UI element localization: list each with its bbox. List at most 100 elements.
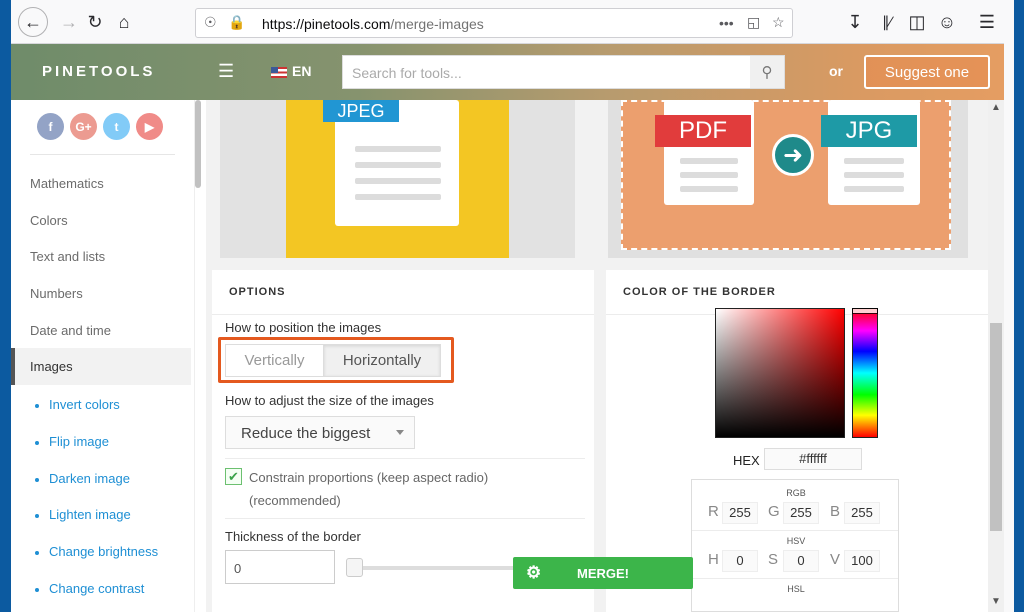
hex-input[interactable]: #ffffff (764, 448, 862, 470)
sidebar-item-text-and-lists[interactable]: Text and lists (30, 249, 105, 264)
reload-icon[interactable]: ↻ (81, 8, 109, 36)
account-icon[interactable]: ☺ (933, 8, 961, 36)
saturation-value-picker[interactable] (715, 308, 845, 438)
download-icon[interactable]: ↧ (841, 8, 869, 36)
b-label: B (830, 503, 841, 520)
bullet-icon (35, 478, 39, 482)
g-label: G (768, 503, 780, 520)
main-content: JPEG PDF ➜ JPG OPTIONS How to position t… (206, 100, 988, 612)
divider (30, 154, 175, 155)
shield-icon[interactable]: ☉ (204, 14, 217, 31)
site-header: PINETOOLS ☰ EN Search for tools... ⚲ or … (11, 44, 1004, 100)
lock-icon[interactable]: 🔒 (228, 14, 245, 31)
url-text[interactable]: https://pinetools.com/merge-images (262, 16, 484, 32)
constrain-label: Constrain proportions (keep aspect radio… (249, 470, 489, 508)
g-input[interactable]: 255 (783, 502, 819, 524)
divider (692, 530, 898, 531)
suggest-button[interactable]: Suggest one (864, 55, 990, 89)
bookmark-star-icon[interactable]: ☆ (772, 14, 785, 31)
sidebar-link-flip-image[interactable]: Flip image (49, 434, 109, 449)
thickness-input[interactable]: 0 (225, 550, 335, 584)
constrain-checkbox[interactable]: ✔ (225, 468, 242, 485)
s-input[interactable]: 0 (783, 550, 819, 572)
divider (225, 518, 585, 519)
sidebar-link-darken-image[interactable]: Darken image (49, 471, 130, 486)
bullet-icon (35, 441, 39, 445)
sidebar-link-change-brightness[interactable]: Change brightness (49, 544, 158, 559)
us-flag-icon (271, 66, 287, 78)
hex-label: HEX (733, 453, 760, 468)
facebook-icon[interactable]: f (37, 113, 64, 140)
merge-button[interactable]: ⚙ MERGE! (513, 557, 693, 589)
position-highlight-box (218, 337, 454, 383)
search-input[interactable]: Search for tools... ⚲ (342, 55, 785, 89)
scrollbar-thumb[interactable] (990, 323, 1002, 531)
size-label: How to adjust the size of the images (225, 393, 434, 408)
sidebar-item-images[interactable]: Images (11, 348, 191, 385)
twitter-icon[interactable]: t (103, 113, 130, 140)
v-input[interactable]: 100 (844, 550, 880, 572)
hue-slider-handle[interactable] (852, 308, 878, 314)
r-label: R (708, 503, 719, 520)
page-actions-icon[interactable]: ••• (719, 15, 734, 31)
size-mode-select[interactable]: Reduce the biggest (225, 416, 415, 449)
browser-toolbar: ← → ↻ ⌂ ☉ 🔒 https://pinetools.com/merge-… (11, 0, 1014, 44)
hsl-label: HSL (787, 584, 805, 594)
slider-handle[interactable] (346, 558, 363, 577)
color-values-box: RGB R 255 G 255 B 255 HSV H 0 S 0 V 100 … (691, 479, 899, 612)
sidebar-link-change-contrast[interactable]: Change contrast (49, 581, 144, 596)
divider (225, 458, 585, 459)
divider (692, 578, 898, 579)
sidebar-link-invert-colors[interactable]: Invert colors (49, 397, 120, 412)
url-bar[interactable]: ☉ 🔒 https://pinetools.com/merge-images •… (195, 8, 793, 38)
home-icon[interactable]: ⌂ (110, 8, 138, 36)
jpeg-tag: JPEG (323, 100, 399, 122)
library-icon[interactable]: ∥∕ (873, 8, 901, 36)
youtube-icon[interactable]: ▶ (136, 113, 163, 140)
hamburger-icon[interactable]: ☰ (218, 61, 234, 82)
sidebar-item-colors[interactable]: Colors (30, 213, 68, 228)
back-icon[interactable]: ← (18, 7, 48, 37)
color-picker: HEX #ffffff RGB R 255 G 255 B 255 HSV H … (606, 100, 988, 612)
sidebar-scrollbar[interactable] (195, 100, 201, 188)
google-plus-icon[interactable]: G+ (70, 113, 97, 140)
forward-icon[interactable]: → (55, 8, 83, 36)
scroll-up-icon[interactable]: ▲ (988, 102, 1004, 116)
sidebar-link-lighten-image[interactable]: Lighten image (49, 507, 131, 522)
pocket-icon[interactable]: ◱ (747, 14, 760, 31)
sidebar-item-date-and-time[interactable]: Date and time (30, 323, 111, 338)
bullet-icon (35, 404, 39, 408)
position-label: How to position the images (225, 320, 382, 335)
menu-icon[interactable]: ☰ (973, 8, 1001, 36)
bullet-icon (35, 588, 39, 592)
h-input[interactable]: 0 (722, 550, 758, 572)
search-icon[interactable]: ⚲ (750, 56, 784, 88)
sidebar: f G+ t ▶ Mathematics Colors Text and lis… (11, 100, 195, 612)
language-selector[interactable]: EN (271, 63, 311, 79)
merge-banner-left: JPEG (220, 100, 575, 258)
sidebar-item-mathematics[interactable]: Mathematics (30, 176, 104, 191)
sidebar-item-numbers[interactable]: Numbers (30, 286, 83, 301)
page-scrollbar[interactable]: ▲ ▼ (988, 100, 1004, 612)
bullet-icon (35, 514, 39, 518)
window-edge (1004, 0, 1014, 612)
options-title: OPTIONS (229, 286, 286, 298)
or-text: or (829, 63, 843, 79)
sidebar-toggle-icon[interactable]: ◫ (903, 8, 931, 36)
bullet-icon (35, 551, 39, 555)
scroll-down-icon[interactable]: ▼ (988, 596, 1004, 610)
chevron-down-icon (396, 430, 404, 435)
h-label: H (708, 551, 719, 568)
v-label: V (830, 551, 841, 568)
divider (212, 314, 594, 315)
hue-slider[interactable] (852, 308, 878, 438)
hsv-label: HSV (786, 536, 806, 546)
gear-icon: ⚙ (526, 563, 542, 582)
thickness-label: Thickness of the border (225, 529, 361, 544)
site-logo[interactable]: PINETOOLS (42, 63, 155, 80)
rgb-label: RGB (786, 488, 806, 498)
b-input[interactable]: 255 (844, 502, 880, 524)
browser-window: ← → ↻ ⌂ ☉ 🔒 https://pinetools.com/merge-… (11, 0, 1014, 612)
r-input[interactable]: 255 (722, 502, 758, 524)
s-label: S (768, 551, 779, 568)
